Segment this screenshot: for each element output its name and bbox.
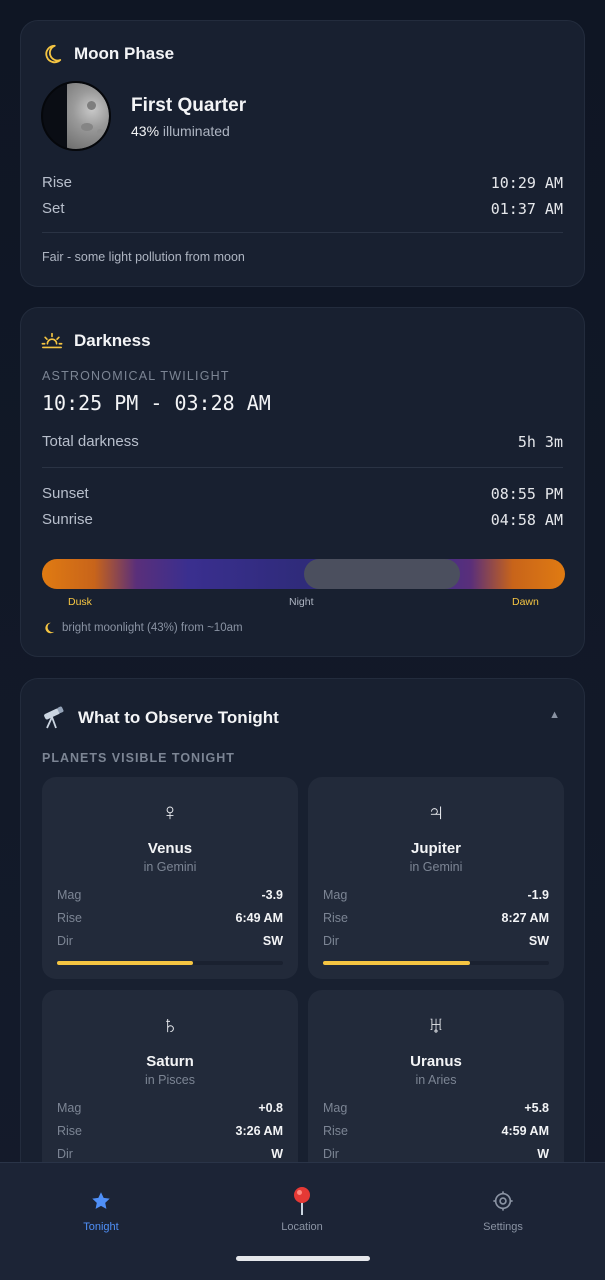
saturn-symbol-icon: ♄ bbox=[161, 1012, 179, 1039]
planet-constellation: in Gemini bbox=[143, 860, 197, 874]
moon-image bbox=[41, 81, 111, 151]
moon-note: Fair - some light pollution from moon bbox=[42, 250, 245, 264]
gear-icon bbox=[443, 1185, 563, 1217]
tab-location[interactable]: Location bbox=[242, 1185, 362, 1233]
visibility-bar bbox=[323, 961, 549, 965]
planet-name: Saturn bbox=[146, 1053, 194, 1070]
sunset-icon bbox=[41, 330, 63, 352]
twilight-range: 10:25 PM - 03:28 AM bbox=[42, 391, 271, 415]
planets-section-label: PLANETS VISIBLE TONIGHT bbox=[42, 751, 235, 765]
moonlight-note: bright moonlight (43%) from ~10am bbox=[42, 621, 243, 635]
home-indicator bbox=[236, 1256, 370, 1261]
planet-rise-row: Rise 8:27 AM bbox=[323, 911, 549, 925]
planet-rise-row: Rise 4:59 AM bbox=[323, 1124, 549, 1138]
planet-constellation: in Gemini bbox=[409, 860, 463, 874]
venus-symbol-icon: ♀ bbox=[161, 799, 179, 826]
planet-dir-row: Dir SW bbox=[323, 934, 549, 948]
tab-label: Location bbox=[281, 1221, 323, 1233]
crescent-moon-icon bbox=[42, 621, 56, 635]
tab-label: Settings bbox=[483, 1221, 523, 1233]
divider bbox=[42, 467, 563, 468]
tab-tonight[interactable]: Tonight bbox=[41, 1185, 161, 1233]
moon-illumination: 43% illuminated bbox=[131, 123, 230, 139]
bottom-tab-bar: Tonight Location Settings bbox=[0, 1162, 605, 1280]
sunset-time: 08:55 PM bbox=[490, 485, 563, 503]
planet-mag-row: Mag -3.9 bbox=[57, 888, 283, 902]
sunrise-time: 04:58 AM bbox=[490, 511, 563, 529]
jupiter-symbol-icon: ♃ bbox=[427, 799, 445, 826]
planet-card-venus[interactable]: ♀ Venus in Gemini Mag -3.9 Rise 6:49 AM Di… bbox=[42, 777, 298, 979]
telescope-icon bbox=[41, 705, 67, 731]
moon-rise-row: Rise 10:29 AM bbox=[42, 174, 563, 192]
planet-rise-row: Rise 3:26 AM bbox=[57, 1124, 283, 1138]
uranus-symbol-icon: ♅ bbox=[427, 1012, 445, 1039]
planet-card-jupiter[interactable]: ♃ Jupiter in Gemini Mag -1.9 Rise 8:27 AM … bbox=[308, 777, 564, 979]
bar-label-dawn: Dawn bbox=[512, 596, 539, 608]
moon-set-row: Set 01:37 AM bbox=[42, 200, 563, 218]
darkness-timeline-bar bbox=[42, 559, 565, 589]
visibility-bar bbox=[57, 961, 283, 965]
observe-header[interactable]: What to Observe Tonight ▲ bbox=[21, 679, 584, 749]
observe-card-title: What to Observe Tonight bbox=[78, 708, 279, 727]
twilight-label: ASTRONOMICAL TWILIGHT bbox=[42, 369, 230, 383]
darkness-card: Darkness ASTRONOMICAL TWILIGHT 10:25 PM … bbox=[20, 307, 585, 657]
tab-settings[interactable]: Settings bbox=[443, 1185, 563, 1233]
planet-mag-row: Mag +5.8 bbox=[323, 1101, 549, 1115]
planet-card-saturn[interactable]: ♄ Saturn in Pisces Mag +0.8 Rise 3:26 AM D… bbox=[42, 990, 298, 1162]
crescent-moon-icon bbox=[41, 43, 63, 65]
moon-phase-name: First Quarter bbox=[131, 95, 247, 116]
tab-label: Tonight bbox=[83, 1221, 119, 1233]
observe-card: What to Observe Tonight ▲ PLANETS VISIBL… bbox=[20, 678, 585, 1162]
visibility-bar-fill bbox=[57, 961, 193, 965]
sunset-row: Sunset 08:55 PM bbox=[42, 485, 563, 503]
bar-label-dusk: Dusk bbox=[68, 596, 92, 608]
planet-name: Uranus bbox=[410, 1053, 462, 1070]
planet-dir-row: Dir SW bbox=[57, 934, 283, 948]
moon-phase-card: Moon Phase First Quarter 43% illuminated… bbox=[20, 20, 585, 287]
planet-name: Venus bbox=[147, 840, 193, 857]
star-icon bbox=[41, 1185, 161, 1217]
bar-label-night: Night bbox=[289, 596, 314, 608]
map-pin-icon bbox=[242, 1185, 362, 1217]
planet-name: Jupiter bbox=[410, 840, 461, 857]
moon-rise-time: 10:29 AM bbox=[490, 174, 563, 192]
sunrise-row: Sunrise 04:58 AM bbox=[42, 511, 563, 529]
planet-mag-row: Mag +0.8 bbox=[57, 1101, 283, 1115]
moon-card-title: Moon Phase bbox=[74, 44, 175, 63]
visibility-bar-fill bbox=[323, 961, 470, 965]
divider bbox=[42, 232, 563, 233]
planet-constellation: in Pisces bbox=[144, 1073, 196, 1087]
moonlight-window bbox=[304, 559, 460, 589]
main-scroll[interactable]: Moon Phase First Quarter 43% illuminated… bbox=[0, 0, 605, 1162]
planet-constellation: in Aries bbox=[415, 1073, 457, 1087]
planet-mag-row: Mag -1.9 bbox=[323, 888, 549, 902]
total-darkness-value: 5h 3m bbox=[517, 433, 563, 451]
planet-rise-row: Rise 6:49 AM bbox=[57, 911, 283, 925]
total-darkness-row: Total darkness 5h 3m bbox=[42, 433, 563, 451]
triangle-up-icon[interactable]: ▲ bbox=[549, 709, 560, 721]
darkness-card-title: Darkness bbox=[74, 331, 151, 350]
planet-dir-row: Dir W bbox=[323, 1147, 549, 1161]
planet-dir-row: Dir W bbox=[57, 1147, 283, 1161]
planet-card-uranus[interactable]: ♅ Uranus in Aries Mag +5.8 Rise 4:59 AM Di… bbox=[308, 990, 564, 1162]
moon-set-time: 01:37 AM bbox=[490, 200, 563, 218]
